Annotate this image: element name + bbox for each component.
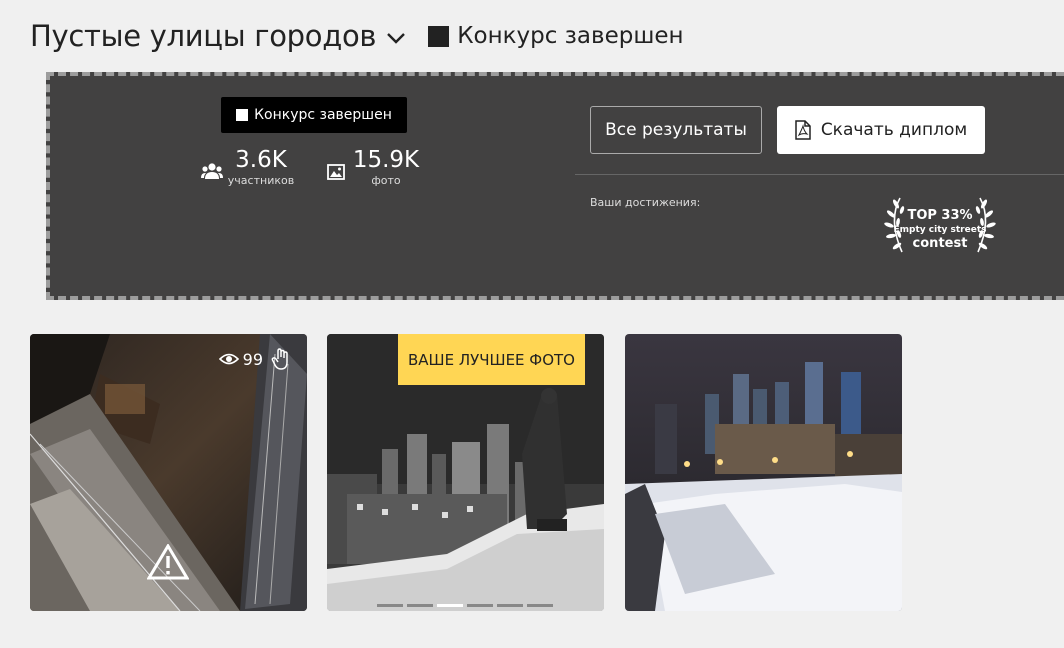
stop-square-icon xyxy=(236,109,249,121)
slide-dot[interactable] xyxy=(407,604,433,607)
eye-icon xyxy=(218,353,239,365)
slide-indicator xyxy=(377,604,557,607)
photo-card[interactable] xyxy=(625,334,902,611)
achievements-label: Ваши достижения: xyxy=(590,196,701,209)
participants-count: 3.6K xyxy=(235,147,287,173)
contest-panel: Конкурс завершен 3.6K участников 15.9K ф… xyxy=(46,72,1064,300)
warning-icon[interactable] xyxy=(147,544,189,580)
status-badge: Конкурс завершен xyxy=(221,97,407,133)
status-badge-label: Конкурс завершен xyxy=(254,107,392,123)
slide-dot[interactable] xyxy=(527,604,553,607)
photo-card-best[interactable]: ВАШЕ ЛУЧШЕЕ ФОТО xyxy=(327,334,604,611)
contest-status: Конкурс завершен xyxy=(428,23,684,49)
achievement-line1: Empty city streets xyxy=(894,225,987,235)
achievement-top: TOP 33% xyxy=(907,208,972,223)
achievement-line2: contest xyxy=(913,236,968,251)
photos-label: фото xyxy=(371,174,401,187)
best-photo-ribbon: ВАШЕ ЛУЧШЕЕ ФОТО xyxy=(398,334,585,385)
divider xyxy=(575,174,1064,175)
photo-image xyxy=(625,334,902,611)
users-icon xyxy=(201,163,223,179)
slide-dot[interactable] xyxy=(467,604,493,607)
photo-card[interactable]: 99 xyxy=(30,334,307,611)
contest-header: Пустые улицы городов Конкурс завершен xyxy=(30,14,684,58)
download-diploma-label: Скачать диплом xyxy=(820,120,968,140)
slide-dot[interactable] xyxy=(377,604,403,607)
contest-title[interactable]: Пустые улицы городов xyxy=(30,19,376,53)
views-count: 99 xyxy=(242,349,263,369)
pdf-file-icon xyxy=(795,120,811,140)
stop-square-icon xyxy=(428,25,450,47)
photos-stat: 15.9K фото xyxy=(350,146,422,188)
slide-dot-active[interactable] xyxy=(437,604,463,607)
image-icon xyxy=(327,164,345,180)
views-counter: 99 xyxy=(218,348,291,370)
participants-label: участников xyxy=(227,174,295,187)
photos-count: 15.9K xyxy=(352,147,420,173)
achievement-badge[interactable]: TOP 33% Empty city streets contest xyxy=(878,190,1002,262)
hand-icon[interactable] xyxy=(271,348,291,370)
participants-stat: 3.6K участников xyxy=(221,146,301,188)
all-results-button[interactable]: Все результаты xyxy=(590,106,762,154)
contest-status-label: Конкурс завершен xyxy=(457,23,684,49)
slide-dot[interactable] xyxy=(497,604,523,607)
chevron-down-icon[interactable] xyxy=(386,31,406,45)
download-diploma-button[interactable]: Скачать диплом xyxy=(777,106,985,154)
